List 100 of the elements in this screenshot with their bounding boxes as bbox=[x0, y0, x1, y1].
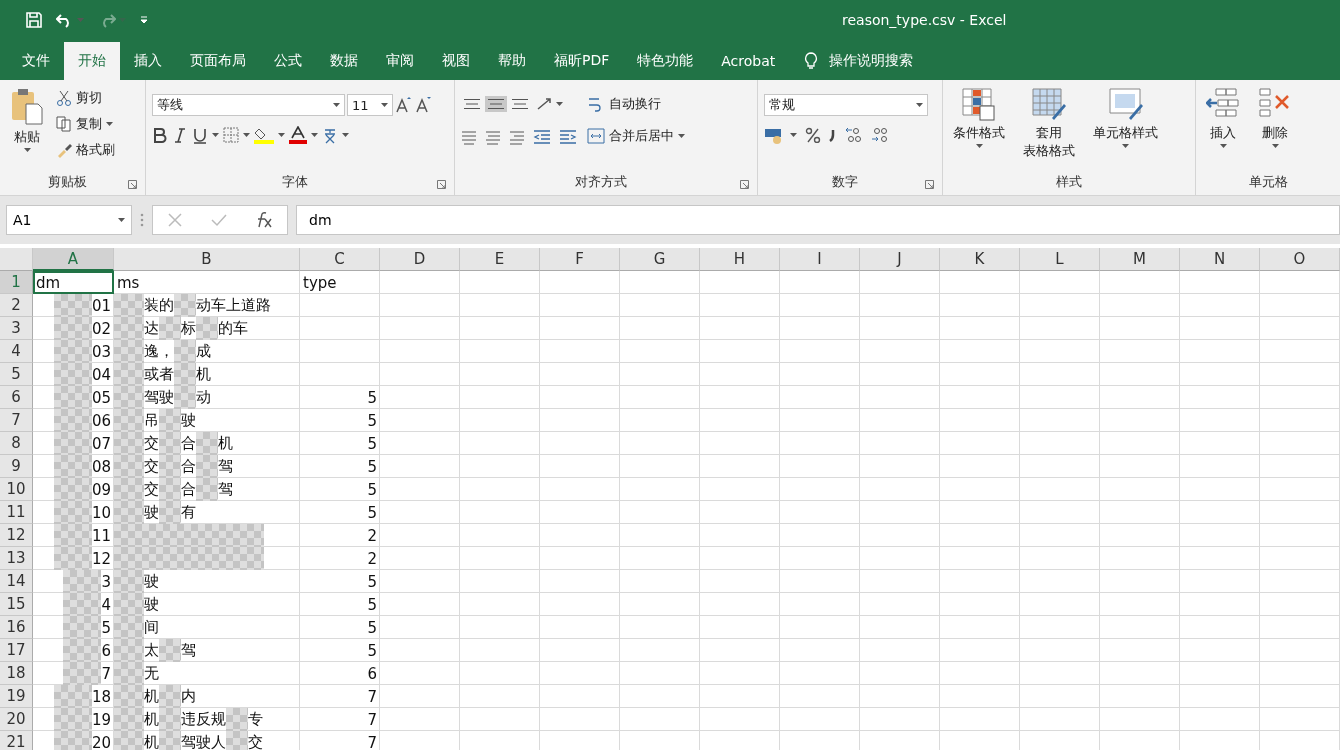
wrap-text-button[interactable]: 自动换行 bbox=[585, 92, 687, 116]
ribbon-tab[interactable]: 帮助 bbox=[484, 42, 540, 80]
delete-cells-button[interactable]: 删除 bbox=[1254, 86, 1296, 173]
row-header[interactable]: 5 bbox=[0, 363, 33, 386]
row-header[interactable]: 15 bbox=[0, 593, 33, 616]
row-header[interactable]: 21 bbox=[0, 731, 33, 750]
merge-center-button[interactable]: 合并后居中 bbox=[585, 124, 687, 148]
dialog-launcher-icon[interactable] bbox=[925, 179, 934, 189]
column-header[interactable]: F bbox=[540, 248, 620, 271]
vertical-align-button[interactable] bbox=[509, 96, 531, 112]
ribbon-tab[interactable]: 福昕PDF bbox=[540, 42, 624, 80]
pixelated-area bbox=[159, 455, 181, 478]
ribbon-tab[interactable]: 特色功能 bbox=[623, 42, 708, 80]
column-header[interactable]: E bbox=[460, 248, 540, 271]
pixelated-area bbox=[114, 731, 144, 750]
row-header[interactable]: 10 bbox=[0, 478, 33, 501]
table-cell: 04 bbox=[91, 365, 111, 384]
italic-icon bbox=[172, 126, 188, 144]
column-header[interactable]: H bbox=[700, 248, 780, 271]
table-cell: 交 bbox=[248, 733, 263, 750]
column-header[interactable]: G bbox=[620, 248, 700, 271]
number-format-field[interactable]: 常规 bbox=[764, 94, 928, 116]
row-header[interactable]: 9 bbox=[0, 455, 33, 478]
table-cell: 间 bbox=[144, 618, 159, 637]
column-header[interactable]: N bbox=[1180, 248, 1260, 271]
ribbon-tab[interactable]: 开始 bbox=[64, 42, 120, 80]
column-header[interactable]: C bbox=[300, 248, 380, 271]
row-header[interactable]: 12 bbox=[0, 524, 33, 547]
caret-icon bbox=[106, 122, 113, 126]
insert-cells-button[interactable]: 插入 bbox=[1202, 86, 1244, 173]
ribbon-tab[interactable]: 文件 bbox=[8, 42, 64, 80]
table-cell: 有 bbox=[181, 503, 196, 522]
ribbon-tab[interactable]: 页面布局 bbox=[176, 42, 260, 80]
row-header[interactable]: 16 bbox=[0, 616, 33, 639]
pixelated-area bbox=[63, 639, 102, 662]
column-header[interactable]: D bbox=[380, 248, 460, 271]
pixelated-area bbox=[114, 386, 144, 409]
table-cell: 7 bbox=[367, 687, 377, 706]
copy-icon bbox=[56, 116, 72, 132]
table-cell: 机 bbox=[144, 733, 159, 750]
column-header[interactable]: L bbox=[1020, 248, 1100, 271]
column-header[interactable]: O bbox=[1260, 248, 1340, 271]
conditional-format-button[interactable]: 条件格式 bbox=[949, 86, 1009, 173]
table-cell: 交 bbox=[144, 457, 159, 476]
font-name-field[interactable]: 等线 bbox=[152, 94, 345, 116]
decrease-decimal-icon bbox=[871, 126, 889, 144]
ribbon-tab[interactable]: 数据 bbox=[316, 42, 372, 80]
caret-icon bbox=[381, 103, 388, 107]
row-header[interactable]: 6 bbox=[0, 386, 33, 409]
cut-button[interactable]: 剪切 bbox=[54, 86, 117, 110]
ribbon-tab[interactable]: 审阅 bbox=[372, 42, 428, 80]
dialog-launcher-icon[interactable] bbox=[128, 179, 137, 189]
pixelated-area bbox=[53, 317, 92, 340]
column-header[interactable]: J bbox=[860, 248, 940, 271]
column-header[interactable]: K bbox=[940, 248, 1020, 271]
ribbon-tab[interactable]: 视图 bbox=[428, 42, 484, 80]
row-header[interactable]: 13 bbox=[0, 547, 33, 570]
ribbon-tab[interactable]: Acrobat bbox=[707, 42, 790, 80]
formula-field[interactable]: dm bbox=[296, 205, 1340, 235]
column-header[interactable]: A bbox=[33, 248, 114, 271]
cell-styles-button[interactable]: 单元格样式 bbox=[1089, 86, 1162, 173]
row-header[interactable]: 4 bbox=[0, 340, 33, 363]
dialog-launcher-icon[interactable] bbox=[437, 179, 446, 189]
row-header[interactable]: 3 bbox=[0, 317, 33, 340]
pixelated-area bbox=[159, 409, 181, 432]
copy-button[interactable]: 复制 bbox=[54, 112, 117, 136]
name-box[interactable]: A1 bbox=[6, 205, 132, 235]
borders-icon bbox=[223, 127, 239, 143]
column-header[interactable]: I bbox=[780, 248, 860, 271]
row-header[interactable]: 2 bbox=[0, 294, 33, 317]
vertical-align-button[interactable] bbox=[461, 96, 483, 112]
table-cell: 7 bbox=[367, 710, 377, 729]
row-header[interactable]: 18 bbox=[0, 662, 33, 685]
column-header[interactable]: M bbox=[1100, 248, 1180, 271]
row-header[interactable]: 1 bbox=[0, 271, 33, 294]
caret-icon bbox=[243, 133, 250, 137]
table-cell: dm bbox=[33, 271, 114, 294]
row-header[interactable]: 8 bbox=[0, 432, 33, 455]
row-header[interactable]: 17 bbox=[0, 639, 33, 662]
format-painter-button[interactable]: 格式刷 bbox=[54, 138, 117, 162]
ribbon-tab[interactable]: 公式 bbox=[260, 42, 316, 80]
ribbon-tab[interactable]: 插入 bbox=[120, 42, 176, 80]
pixelated-area bbox=[114, 294, 144, 317]
row-header[interactable]: 20 bbox=[0, 708, 33, 731]
row-header[interactable]: 7 bbox=[0, 409, 33, 432]
table-cell: 6 bbox=[101, 641, 111, 660]
column-header[interactable]: B bbox=[114, 248, 300, 271]
tell-me-search[interactable]: 操作说明搜索 bbox=[829, 52, 914, 70]
row-header[interactable]: 14 bbox=[0, 570, 33, 593]
row-header[interactable]: 11 bbox=[0, 501, 33, 524]
pixelated-area bbox=[53, 294, 92, 317]
font-size-field[interactable]: 11 bbox=[347, 94, 393, 116]
dialog-launcher-icon[interactable] bbox=[740, 179, 749, 189]
format-as-table-button[interactable]: 套用 表格格式 bbox=[1019, 86, 1079, 173]
table-cell: 达 bbox=[144, 319, 159, 338]
row-header[interactable]: 19 bbox=[0, 685, 33, 708]
paste-button[interactable]: 粘贴 bbox=[6, 86, 48, 173]
pixelated-area bbox=[196, 455, 218, 478]
vertical-align-button[interactable] bbox=[485, 96, 507, 112]
table-cell: 驾 bbox=[218, 480, 233, 499]
